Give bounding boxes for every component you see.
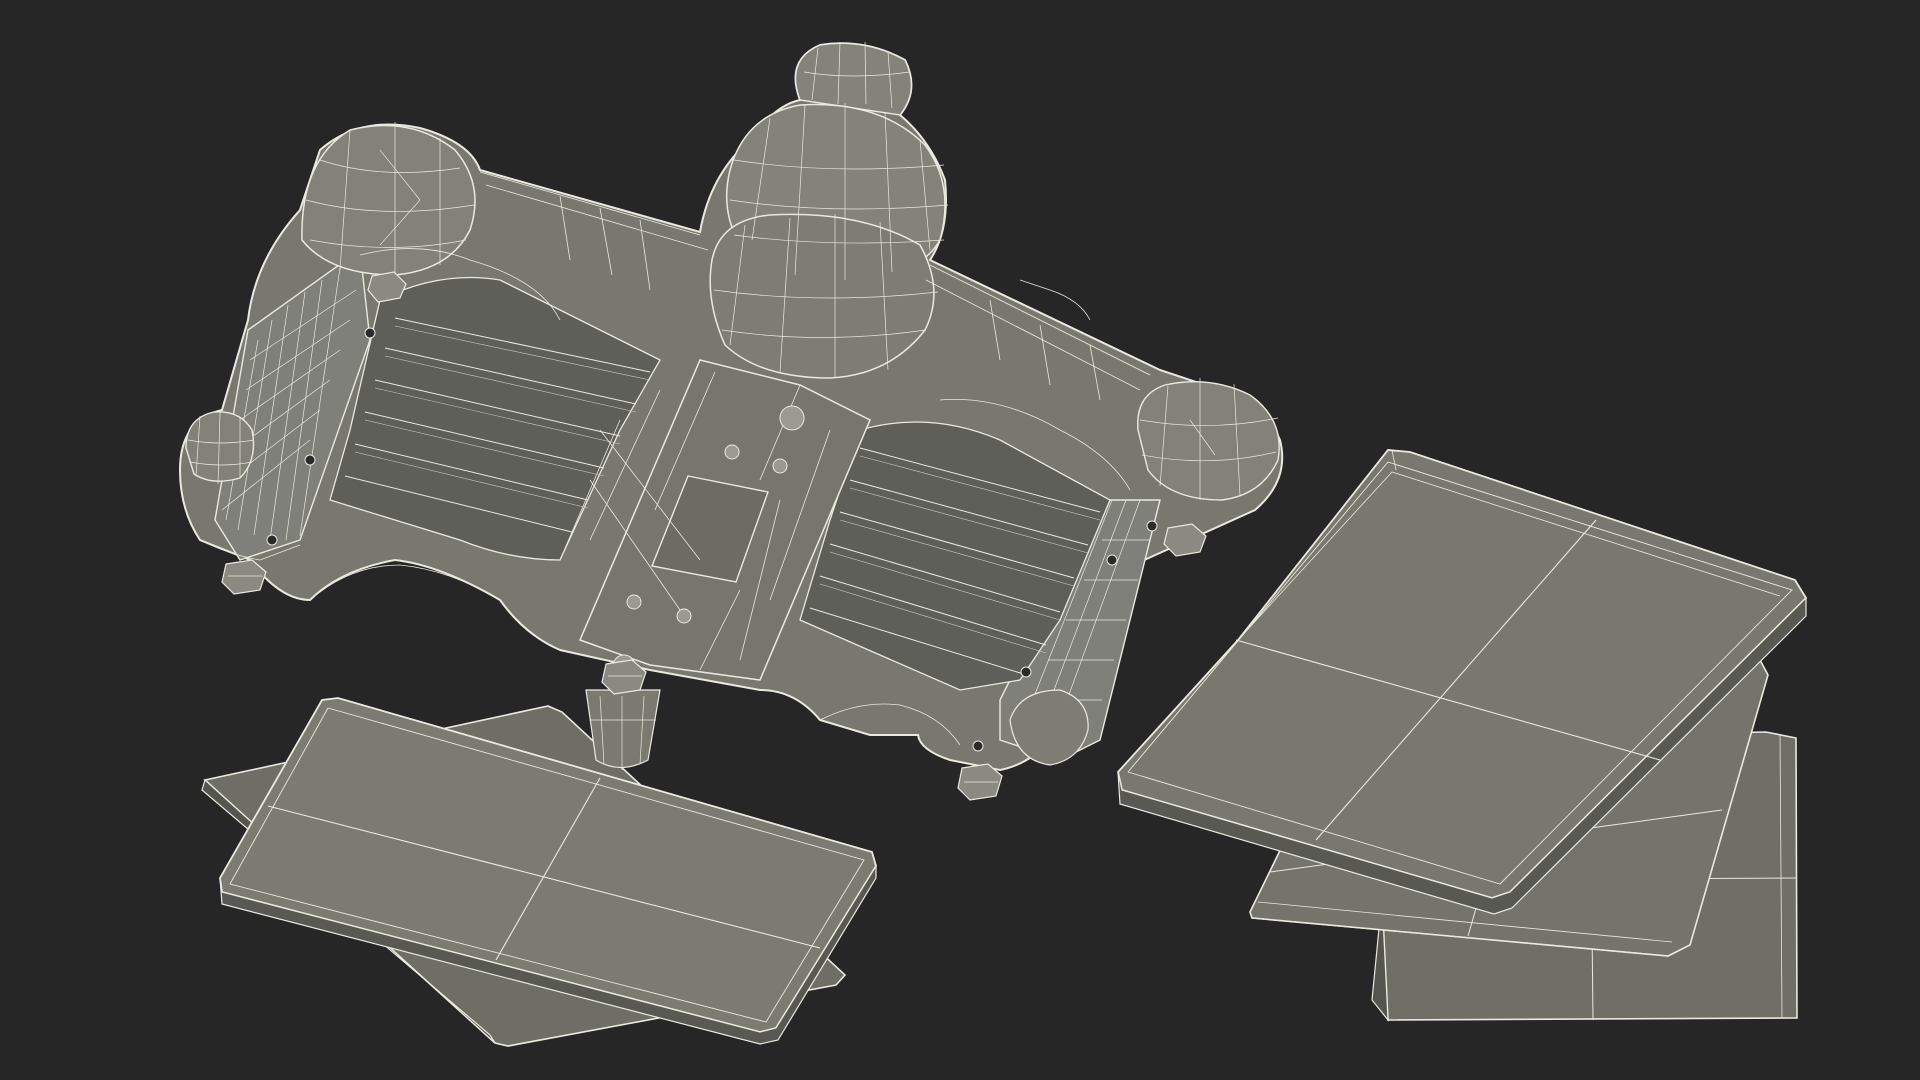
wireframe-render-viewport [0,0,1920,1080]
wireframe-scene [0,0,1920,1080]
tray-center-post [585,689,661,770]
tray-knob-left-bottom [185,411,255,485]
